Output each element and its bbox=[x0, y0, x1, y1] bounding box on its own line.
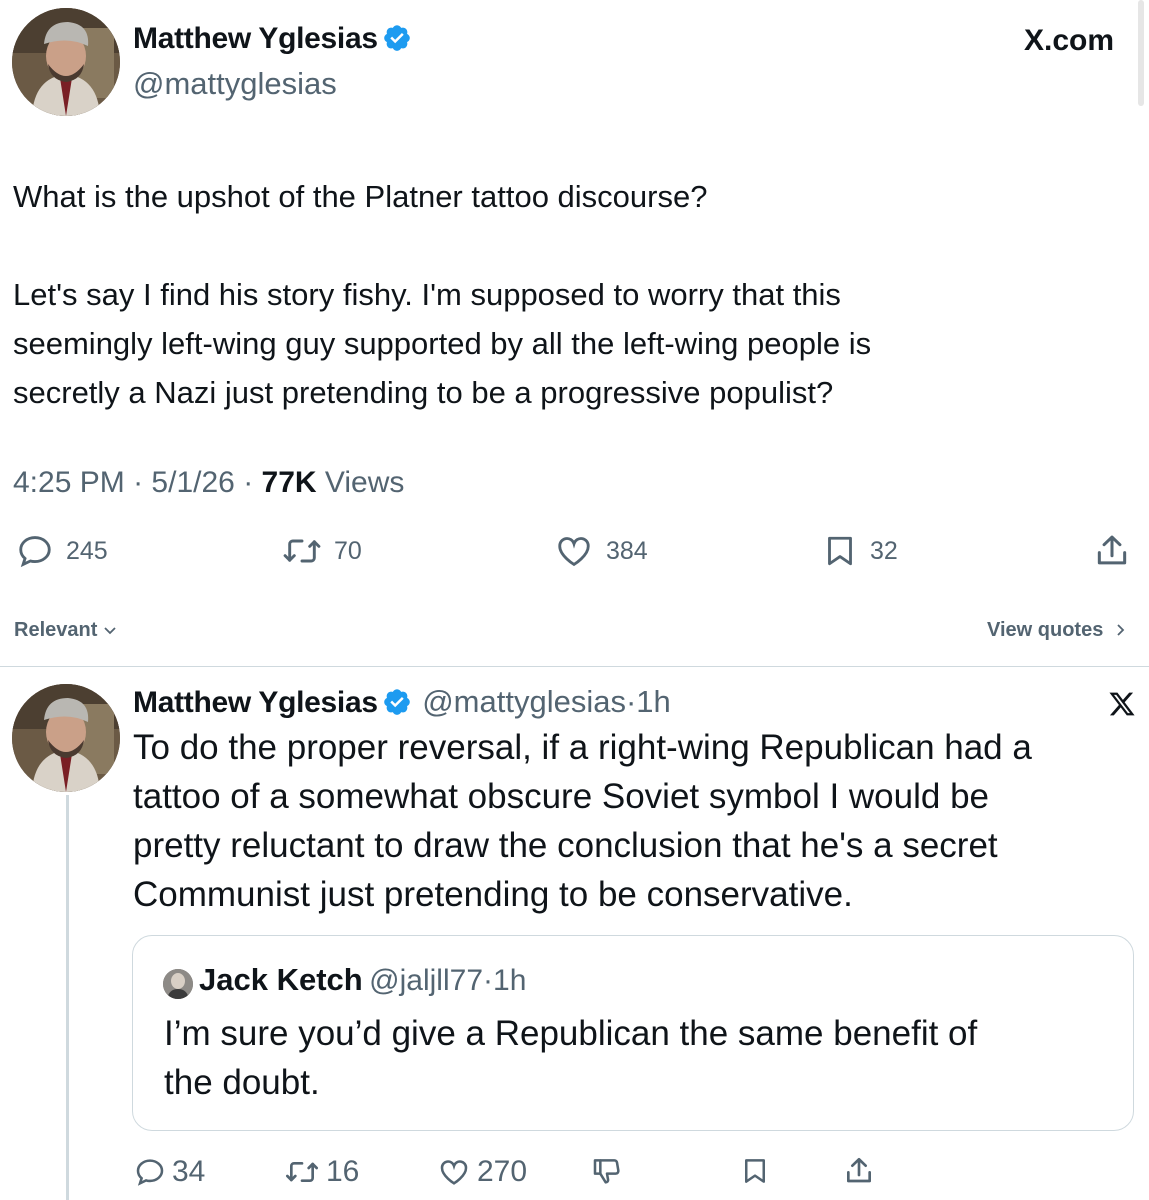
view-quotes-link[interactable]: View quotes bbox=[987, 619, 1127, 642]
bookmark-button[interactable]: 32 bbox=[822, 532, 898, 570]
x-logo[interactable]: X.com bbox=[1024, 24, 1114, 58]
reply-author-handle[interactable]: @mattyglesias bbox=[422, 684, 626, 719]
reply-count: 245 bbox=[66, 536, 108, 565]
repost-count: 70 bbox=[334, 536, 362, 565]
like-button[interactable]: 384 bbox=[554, 532, 648, 570]
reply-repost-count: 16 bbox=[326, 1155, 360, 1188]
like-icon bbox=[440, 1160, 468, 1185]
share-icon bbox=[1097, 535, 1127, 565]
reply-text-line-2: tattoo of a somewhat obscure Soviet symb… bbox=[133, 777, 990, 816]
tweet-date[interactable]: 5/1/26 bbox=[151, 466, 234, 499]
reply-text-line-4: Communist just pretending to be conserva… bbox=[133, 875, 853, 914]
thread-line bbox=[66, 795, 69, 1200]
quoted-tweet[interactable]: Jack Ketch @jaljll77·1h I’m sure you’d g… bbox=[132, 935, 1134, 1131]
sort-dropdown[interactable]: Relevant bbox=[14, 619, 117, 642]
tweet-time[interactable]: 4:25 PM bbox=[13, 466, 125, 499]
reply-share-button[interactable] bbox=[843, 1155, 875, 1187]
x-logo-icon bbox=[1108, 690, 1136, 723]
reply-dislike-button[interactable] bbox=[590, 1155, 624, 1187]
quoted-author-avatar bbox=[163, 969, 193, 999]
reply-like-count: 270 bbox=[477, 1155, 528, 1188]
reply-button[interactable]: 245 bbox=[16, 532, 108, 570]
meta-separator: · bbox=[133, 466, 144, 499]
chevron-right-icon bbox=[1117, 624, 1125, 636]
author-avatar[interactable] bbox=[12, 8, 120, 116]
tweet-text-line-3: seemingly left-wing guy supported by all… bbox=[13, 326, 872, 361]
reply-text-line-3: pretty reluctant to draw the conclusion … bbox=[133, 826, 998, 865]
reply-bookmark-button[interactable] bbox=[740, 1155, 770, 1187]
site-label: X.com bbox=[1024, 24, 1115, 57]
views-label: Views bbox=[324, 466, 405, 499]
share-button[interactable] bbox=[1093, 532, 1131, 570]
reply-text-line-1: To do the proper reversal, if a right-wi… bbox=[133, 728, 1032, 767]
quoted-text-line-1: I’m sure you’d give a Republican the sam… bbox=[164, 1014, 978, 1053]
reply-icon bbox=[136, 1159, 164, 1186]
reply-time[interactable]: 1h bbox=[636, 684, 670, 719]
reply-separator: · bbox=[625, 684, 637, 719]
scrollbar[interactable] bbox=[1138, 0, 1144, 106]
reply-reply-button[interactable]: 34 bbox=[134, 1155, 205, 1189]
like-count: 384 bbox=[606, 536, 648, 565]
author-handle[interactable]: @mattyglesias bbox=[133, 66, 337, 102]
quoted-text-line-2: the doubt. bbox=[164, 1063, 320, 1102]
repost-button[interactable]: 70 bbox=[282, 532, 362, 570]
reply-repost-button[interactable]: 16 bbox=[284, 1155, 359, 1189]
quoted-separator: · bbox=[483, 964, 494, 997]
author-name-text: Matthew Yglesias bbox=[133, 22, 378, 55]
quoted-header: Jack Ketch @jaljll77·1h bbox=[199, 962, 526, 998]
divider bbox=[0, 666, 1149, 667]
repost-icon bbox=[286, 1162, 318, 1182]
verified-badge-icon bbox=[383, 25, 410, 51]
quoted-author-name: Jack Ketch bbox=[199, 962, 363, 997]
reply-reply-count: 34 bbox=[172, 1155, 206, 1188]
author-name[interactable]: Matthew Yglesias bbox=[133, 22, 412, 56]
view-quotes-label: View quotes bbox=[987, 619, 1104, 641]
tweet-text-paragraph-1: What is the upshot of the Platner tattoo… bbox=[13, 179, 708, 214]
bookmark-count: 32 bbox=[870, 536, 898, 565]
reply-author-name[interactable]: Matthew Yglesias bbox=[133, 686, 378, 719]
tweet-text-line-2: Let's say I find his story fishy. I'm su… bbox=[13, 277, 841, 312]
meta-separator: · bbox=[243, 466, 254, 499]
views-count: 77K bbox=[261, 466, 317, 499]
repost-icon bbox=[283, 539, 321, 563]
reply-header: Matthew Yglesias @mattyglesias·1h bbox=[133, 684, 671, 720]
bookmark-icon bbox=[745, 1159, 765, 1183]
reply-like-button[interactable]: 270 bbox=[437, 1155, 527, 1189]
bookmark-icon bbox=[828, 536, 852, 566]
sort-label: Relevant bbox=[14, 619, 98, 641]
reply-author-avatar[interactable] bbox=[12, 684, 120, 792]
quoted-author-handle: @jaljll77 bbox=[369, 964, 484, 997]
dislike-icon bbox=[593, 1159, 620, 1184]
verified-badge-icon bbox=[383, 689, 410, 715]
tweet-text-line-4: secretly a Nazi just pretending to be a … bbox=[13, 375, 834, 410]
reply-icon bbox=[19, 536, 51, 568]
like-icon bbox=[558, 537, 590, 567]
tweet-meta: 4:25 PM · 5/1/26 · 77K Views bbox=[13, 466, 404, 500]
quoted-time: 1h bbox=[493, 964, 527, 997]
chevron-down-icon bbox=[104, 627, 116, 635]
share-icon bbox=[847, 1157, 871, 1183]
